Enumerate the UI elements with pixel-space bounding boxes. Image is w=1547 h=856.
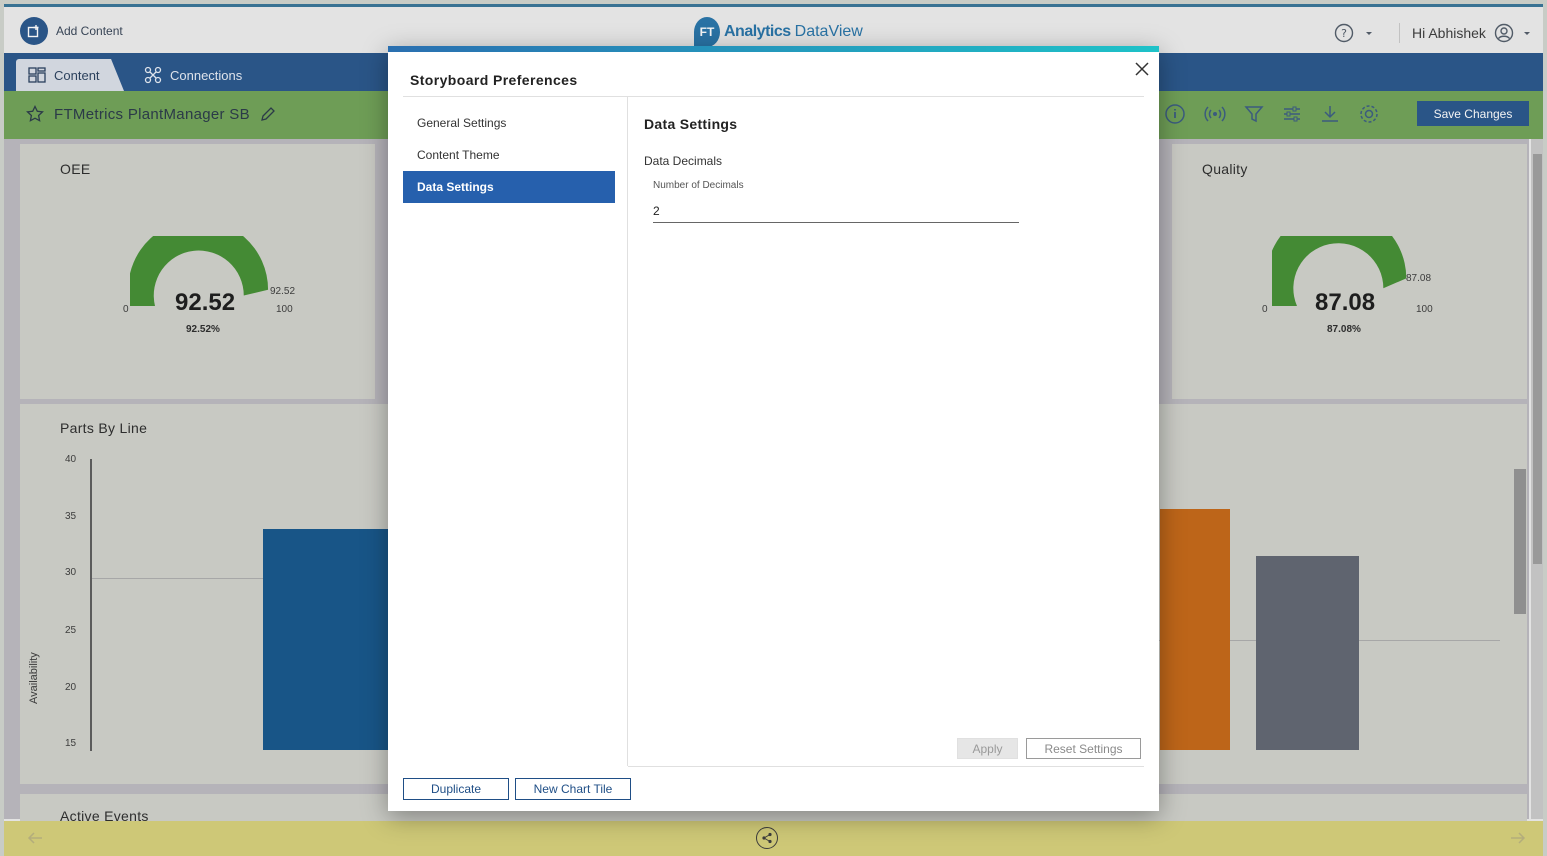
apply-button[interactable]: Apply — [957, 738, 1018, 759]
storyboard-preferences-dialog: Storyboard Preferences General Settings … — [388, 46, 1159, 811]
close-icon — [1135, 62, 1149, 76]
reset-settings-button[interactable]: Reset Settings — [1026, 738, 1141, 759]
pane-title: Data Settings — [644, 116, 738, 132]
footer-divider — [628, 766, 1144, 767]
nav-data-settings[interactable]: Data Settings — [403, 171, 615, 203]
nav-general-settings[interactable]: General Settings — [403, 107, 615, 139]
preferences-nav: General Settings Content Theme Data Sett… — [403, 97, 628, 766]
dialog-title: Storyboard Preferences — [410, 72, 578, 88]
close-button[interactable] — [1131, 58, 1153, 80]
decimals-input[interactable] — [653, 200, 1019, 223]
section-label: Data Decimals — [644, 154, 723, 168]
new-chart-tile-button[interactable]: New Chart Tile — [515, 778, 631, 800]
nav-content-theme[interactable]: Content Theme — [403, 139, 615, 171]
decimals-field-label: Number of Decimals — [653, 180, 744, 191]
duplicate-button[interactable]: Duplicate — [403, 778, 509, 800]
dialog-accent-bar — [388, 46, 1159, 52]
